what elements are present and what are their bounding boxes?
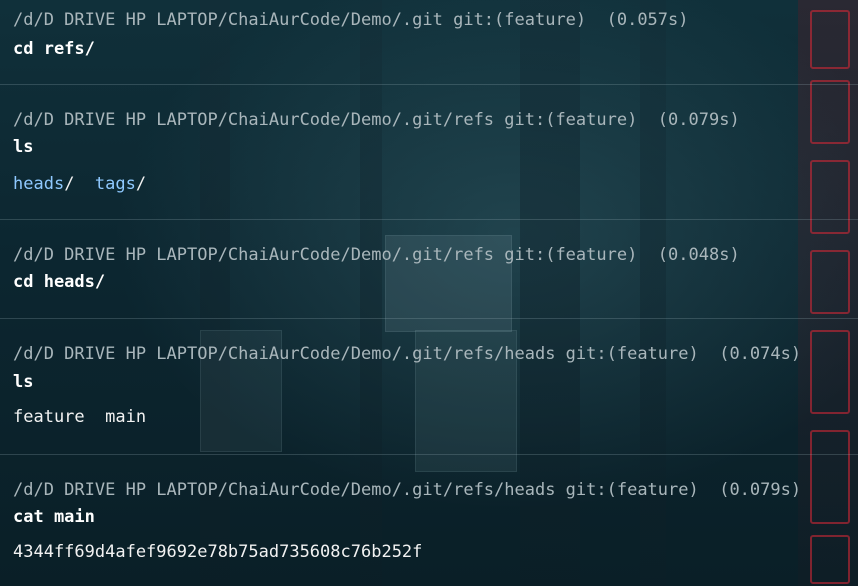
prompt-line: /d/D DRIVE HP LAPTOP/ChaiAurCode/Demo/.g… [13, 10, 689, 30]
command-line: ls [13, 137, 34, 157]
block-separator [0, 318, 858, 319]
prompt-line: /d/D DRIVE HP LAPTOP/ChaiAurCode/Demo/.g… [13, 245, 740, 265]
command-line: ls [13, 372, 34, 392]
command-line: cat main [13, 507, 95, 527]
command-line: cd heads/ [13, 272, 106, 292]
block-separator [0, 454, 858, 455]
block-separator [0, 219, 858, 220]
command-line: cd refs/ [13, 39, 95, 59]
prompt-line: /d/D DRIVE HP LAPTOP/ChaiAurCode/Demo/.g… [13, 344, 802, 364]
block-separator [0, 84, 858, 85]
prompt-line: /d/D DRIVE HP LAPTOP/ChaiAurCode/Demo/.g… [13, 110, 740, 130]
directory-entry: heads [13, 174, 65, 194]
prompt-line: /d/D DRIVE HP LAPTOP/ChaiAurCode/Demo/.g… [13, 480, 802, 500]
command-output: 4344ff69d4afef9692e78b75ad735608c76b252f [13, 542, 423, 562]
command-output: feature main [13, 407, 147, 427]
terminal-output[interactable]: /d/D DRIVE HP LAPTOP/ChaiAurCode/Demo/.g… [0, 0, 858, 586]
ls-output: heads/ tags/ [13, 174, 147, 194]
directory-entry: tags [94, 174, 136, 194]
